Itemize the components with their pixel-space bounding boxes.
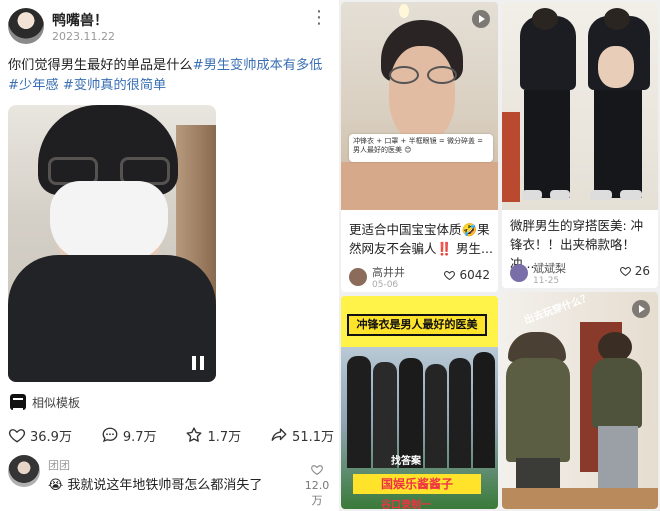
comment-body: 我就说这年地铁帅哥怎么都消失了 [67,478,263,493]
caption-text: 你们觉得男生最好的单品是什么 [8,58,193,73]
capcut-icon [10,394,26,410]
card-thumbnail [502,2,658,210]
like-action[interactable]: 36.9万 [8,426,72,445]
card-bottom-banner: 国娱乐酱酱子 [353,474,481,494]
comment-like-count: 12.0万 [304,479,330,507]
star-icon [186,427,202,442]
pause-icon[interactable] [192,356,204,370]
action-bar: 36.9万 9.7万 1.7万 51.1万 [8,424,334,446]
hashtag[interactable]: #男生变帅成本有多低 [193,58,323,73]
user-avatar [510,264,528,282]
author-avatar[interactable] [8,8,44,44]
favorite-count: 1.7万 [207,429,242,445]
hashtag[interactable]: #变帅真的很简单 [63,78,166,93]
play-icon [472,10,490,28]
commenter-name[interactable]: 团团 [48,457,70,473]
comment-count: 9.7万 [122,429,157,445]
recommend-feed: 冲锋衣 + 口罩 + 半框眼镜 = 微分碎盖 = 男人最好的医美 😊 更适合中国… [339,0,660,511]
template-label: 相似模板 [32,395,81,410]
card-overlay-text: 冲锋衣 + 口罩 + 半框眼镜 = 微分碎盖 = 男人最好的医美 😊 [349,134,493,162]
post-date: 05-06 [372,280,399,290]
post-detail: 鸭嘴兽！ 2023.11.22 ⋮ 你们觉得男生最好的单品是什么#男生变帅成本有… [0,0,338,511]
heart-icon [444,270,456,281]
post-date: 2023.11.22 [52,30,115,43]
similar-template-link[interactable]: 相似模板 [10,393,80,411]
share-action[interactable]: 51.1万 [270,426,334,445]
card-banner: 冲锋衣是男人最好的医美 [347,314,487,336]
heart-icon [8,429,26,443]
post-date: 11-25 [533,276,560,286]
user-name: 斌斌梨 [533,262,566,275]
more-icon[interactable]: ⋮ [310,9,328,27]
share-icon [271,428,287,441]
commenter-avatar[interactable] [8,455,40,487]
user-avatar [349,268,367,286]
play-icon [632,300,650,318]
post-caption: 你们觉得男生最好的单品是什么#男生变帅成本有多低 #少年感 #变帅真的很简单 [8,56,334,96]
video-mask [50,181,168,261]
card-like[interactable]: 26 [619,264,650,278]
like-count: 26 [634,264,650,278]
comment-action[interactable]: 9.7万 [101,426,157,445]
like-count: 6042 [459,268,490,282]
like-count: 36.9万 [30,429,72,445]
video-jacket [8,255,216,382]
comment-text: 😭 我就说这年地铁帅哥怎么都消失了 [48,474,262,493]
card-like[interactable]: 6042 [443,268,490,282]
video-player[interactable] [8,105,216,382]
card-user[interactable]: 高井井 05-06 [349,264,405,290]
heart-icon [311,465,323,476]
comment-icon [102,427,118,443]
crying-emoji: 😭 [48,478,64,493]
card-bottom-caption: 谷口录制一 [381,500,431,509]
feed-card[interactable]: 微胖男生的穿搭医美: 冲锋衣！！出夹棉款咯！冲... 斌斌梨 11-25 26 [502,2,658,288]
card-user[interactable]: 斌斌梨 11-25 [510,260,566,286]
user-name: 高井井 [372,266,405,279]
hashtag[interactable]: #少年感 [8,78,59,93]
feed-card[interactable]: 冲锋衣 + 口罩 + 半框眼镜 = 微分碎盖 = 男人最好的医美 😊 更适合中国… [341,2,498,292]
feed-card[interactable]: 出去玩穿什么？ [502,292,658,509]
card-title: 更适合中国宝宝体质🤣果然网友不会骗人‼️ 男生... [349,222,493,256]
card-thumbnail [341,2,498,210]
feed-card[interactable]: 冲锋衣是男人最好的医美 找答案 国娱乐酱酱子 谷口录制一 [341,296,498,509]
card-stamp: 找答案 [391,456,421,467]
share-count: 51.1万 [292,429,334,445]
heart-icon [619,266,631,277]
comment-like[interactable]: 12.0万 [300,463,334,508]
favorite-action[interactable]: 1.7万 [185,426,241,445]
author-name[interactable]: 鸭嘴兽！ [52,10,108,30]
